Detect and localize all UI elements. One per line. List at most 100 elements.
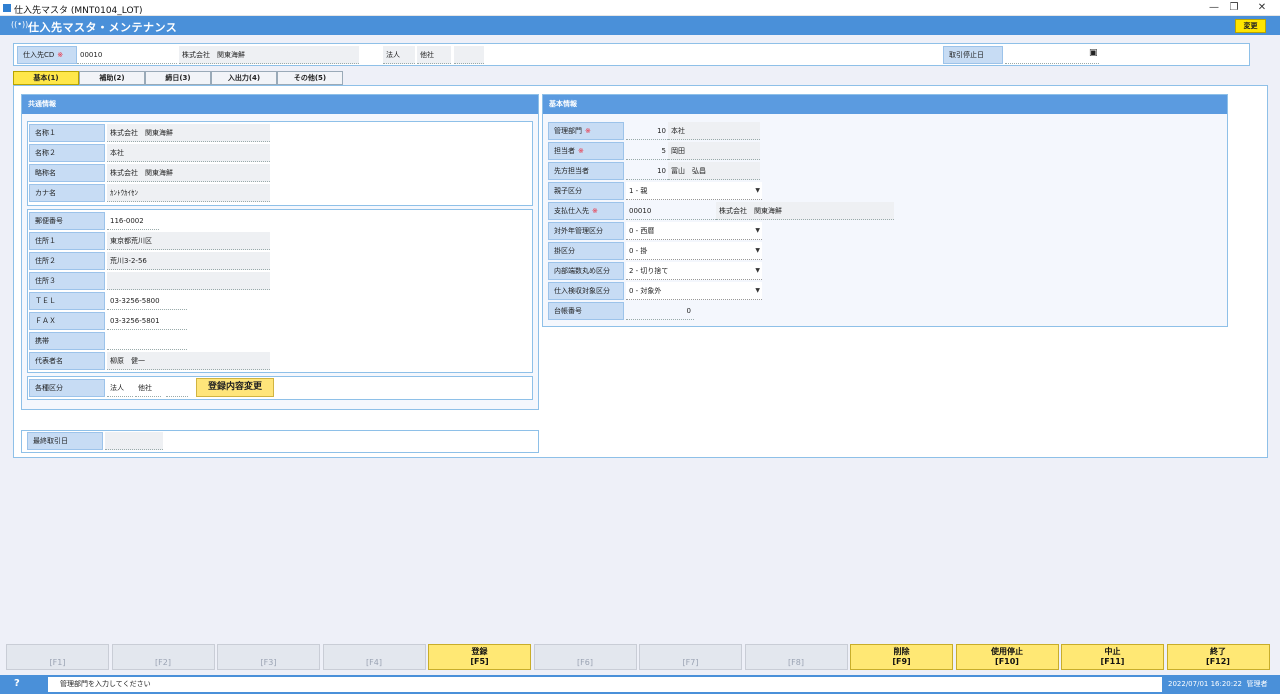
close-icon[interactable]: ✕ — [1256, 2, 1268, 13]
tab-basic[interactable]: 基本(1) — [13, 71, 79, 85]
app-icon — [3, 4, 11, 12]
fkey-key: [F7] — [682, 658, 699, 667]
change-button[interactable]: 変更 — [1235, 19, 1266, 33]
supplier-cd-input[interactable]: 00010 — [77, 46, 177, 64]
chevron-down-icon: ▼ — [755, 227, 760, 234]
credit-label: 掛区分 — [548, 242, 624, 260]
blank-value — [454, 46, 484, 64]
inspect-select[interactable]: 0 - 対象外 ▼ — [626, 282, 762, 300]
address-value — [107, 332, 187, 350]
tab-closing-day[interactable]: 締日(3) — [145, 71, 211, 85]
register-change-button[interactable]: 登録内容変更 — [196, 378, 274, 397]
peer-staff-name-value: 冨山 弘昌 — [668, 162, 760, 180]
last-trade-value — [105, 432, 163, 450]
address-value: 東京都荒川区 — [107, 232, 270, 250]
ledger-input[interactable]: 0 — [626, 302, 694, 320]
address-value: 荒川3-2-56 — [107, 252, 270, 270]
tab-auxiliary[interactable]: 補助(2) — [79, 71, 145, 85]
fkey-key: [F1] — [49, 658, 66, 667]
window-title: 仕入先マスタ (MNT0104_LOT) — [14, 6, 143, 16]
chevron-down-icon: ▼ — [755, 187, 760, 194]
status-bar: ? 管理部門を入力してください 2022/07/01 16:20:22 管理者 — [0, 675, 1280, 694]
window-titlebar: 仕入先マスタ (MNT0104_LOT) — ❐ ✕ — [0, 0, 1280, 16]
status-message: 管理部門を入力してください — [48, 677, 1162, 692]
address-label: ＦＡＸ — [29, 312, 105, 330]
stop-date-input[interactable] — [1005, 46, 1099, 64]
name-label: 名称２ — [29, 144, 105, 162]
supplier-name-value: 株式会社 関東海鮮 — [179, 46, 359, 64]
fkey-label: 中止 — [1104, 647, 1121, 656]
fkey-8-button: [F8] — [744, 644, 848, 670]
status-datetime: 2022/07/01 16:20:22 管理者 — [1168, 680, 1268, 688]
fkey-10-button[interactable]: 使用停止 [F10] — [955, 644, 1059, 670]
staff-label: 担当者 ※ — [548, 142, 624, 160]
page-title: 仕入先マスタ・メンテナンス — [28, 21, 178, 34]
fkey-label: 使用停止 — [991, 647, 1023, 656]
pay-supplier-name-value: 株式会社 関東海鮮 — [716, 202, 894, 220]
help-icon[interactable]: ? — [14, 678, 20, 689]
last-trade-label: 最終取引日 — [27, 432, 103, 450]
name-value: 本社 — [107, 144, 270, 162]
address-value: 03-3256-5800 — [107, 292, 187, 310]
fkey-1-button: [F1] — [6, 644, 109, 670]
common-info-heading: 共通情報 — [22, 95, 538, 114]
fkey-4-button: [F4] — [322, 644, 426, 670]
broadcast-icon: ((•)) — [11, 20, 29, 29]
inspect-label: 仕入検収対象区分 — [548, 282, 624, 300]
function-key-bar: [F1] [F2] [F3] [F4] 登録 [F5] [F6] [F7] [F8] 削除 [F9]… — [6, 644, 1274, 670]
address-label: 代表者名 — [29, 352, 105, 370]
tab-io[interactable]: 入出力(4) — [211, 71, 277, 85]
parent-select[interactable]: 1 - 親 ▼ — [626, 182, 762, 200]
app-header: ((•)) 仕入先マスタ・メンテナンス 変更 — [0, 16, 1280, 35]
fkey-9-button[interactable]: 削除 [F9] — [850, 644, 953, 670]
basic-info-heading: 基本情報 — [543, 95, 1227, 114]
address-label: 住所１ — [29, 232, 105, 250]
chevron-down-icon: ▼ — [755, 247, 760, 254]
name-value: 株式会社 関東海鮮 — [107, 164, 270, 182]
chevron-down-icon: ▼ — [755, 287, 760, 294]
fkey-11-button[interactable]: 中止 [F11] — [1061, 644, 1164, 670]
fkey-2-button: [F2] — [111, 644, 215, 670]
kinds-blank-value — [166, 379, 188, 397]
peer-staff-label: 先方担当者 — [548, 162, 624, 180]
fkey-label: 削除 — [893, 647, 910, 656]
address-label: ＴＥＬ — [29, 292, 105, 310]
peer-staff-code-input[interactable]: 10 — [626, 162, 668, 180]
chevron-down-icon: ▼ — [755, 267, 760, 274]
tab-other[interactable]: その他(5) — [277, 71, 343, 85]
restore-icon[interactable]: ❐ — [1228, 2, 1240, 13]
address-label: 郵便番号 — [29, 212, 105, 230]
calendar-icon[interactable]: ▣ — [1089, 48, 1098, 58]
name-label: 名称１ — [29, 124, 105, 142]
supplier-cd-label: 仕入先CD ※ — [17, 46, 77, 64]
fkey-12-button[interactable]: 終了 [F12] — [1166, 644, 1270, 670]
staff-code-input[interactable]: 5 — [626, 142, 668, 160]
fkey-label: 終了 — [1210, 647, 1226, 656]
credit-select[interactable]: 0 - 掛 ▼ — [626, 242, 762, 260]
parent-label: 親子区分 — [548, 182, 624, 200]
era-select[interactable]: 0 - 西暦 ▼ — [626, 222, 762, 240]
address-label: 住所２ — [29, 252, 105, 270]
name-label: 略称名 — [29, 164, 105, 182]
fkey-5-button[interactable]: 登録 [F5] — [428, 644, 531, 670]
fkey-key: [F5] — [470, 657, 489, 666]
supplier-key-panel: 仕入先CD ※ 00010 株式会社 関東海鮮 法人 他社 取引停止日 ▣ — [13, 43, 1250, 66]
minimize-icon[interactable]: — — [1208, 2, 1220, 13]
fkey-key: [F6] — [577, 658, 593, 667]
fkey-key: [F12] — [1206, 657, 1230, 666]
rounding-label: 内部端数丸め区分 — [548, 262, 624, 280]
address-value: 03-3256-5801 — [107, 312, 187, 330]
pay-supplier-label: 支払仕入先 ※ — [548, 202, 624, 220]
staff-name-value: 岡田 — [668, 142, 760, 160]
fkey-label: 登録 — [471, 647, 488, 656]
pay-supplier-code-input[interactable]: 00010 — [626, 202, 716, 220]
address-value: 柳原 健一 — [107, 352, 270, 370]
name-value: 株式会社 関東海鮮 — [107, 124, 270, 142]
rounding-select[interactable]: 2 - 切り捨て ▼ — [626, 262, 762, 280]
kinds-label: 各種区分 — [29, 379, 105, 397]
fkey-key: [F10] — [995, 657, 1019, 666]
dept-code-input[interactable]: 10 — [626, 122, 668, 140]
address-label: 携帯 — [29, 332, 105, 350]
fkey-key: [F3] — [260, 658, 277, 667]
fkey-key: [F8] — [788, 658, 804, 667]
